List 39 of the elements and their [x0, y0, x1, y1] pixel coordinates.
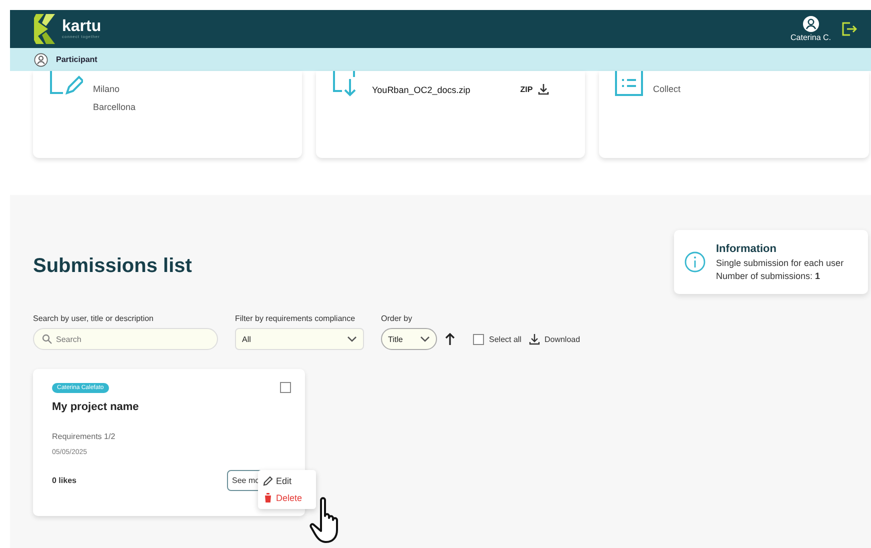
trash-icon [263, 492, 273, 503]
card-text: Barcellona [93, 102, 136, 112]
user-avatar-icon[interactable] [802, 16, 819, 32]
user-name[interactable]: Caterina C. [790, 33, 831, 42]
search-label: Search by user, title or description [33, 314, 155, 323]
download-zip-button[interactable]: ZIP [520, 84, 549, 95]
filter-label: Filter by requirements compliance [235, 314, 356, 323]
download-icon [529, 334, 540, 344]
submission-title: My project name [52, 401, 140, 413]
select-all-checkbox[interactable]: Select all [473, 334, 522, 344]
info-title: Information [716, 243, 778, 255]
download-icon [538, 84, 549, 95]
logo-text: kartu [62, 19, 102, 35]
logout-icon[interactable] [841, 21, 857, 37]
section-title: Submissions list [33, 255, 192, 278]
info-icon [684, 251, 706, 273]
submission-checkbox[interactable] [280, 382, 291, 393]
info-text: Number of submissions: 1 [716, 271, 822, 281]
chevron-down-icon [347, 336, 357, 342]
search-field[interactable]: Search [33, 328, 218, 350]
edit-icon [49, 71, 83, 95]
chevron-down-icon [420, 336, 430, 342]
likes-count: 0 likes [52, 476, 76, 485]
order-label: Order by [381, 314, 414, 323]
card-text: Collect [653, 84, 681, 94]
info-text: Single submission for each user [716, 258, 844, 268]
download-button[interactable]: Download [529, 334, 580, 344]
role-label: Participant [56, 55, 98, 64]
requirements-text: Requirements 1/2 [52, 432, 116, 441]
card-text: Milano [93, 84, 121, 94]
sort-arrow-icon[interactable] [445, 333, 455, 345]
list-icon [615, 71, 643, 97]
search-icon [42, 334, 52, 344]
order-dropdown[interactable]: Title [381, 328, 437, 350]
file-name: YouRban_OC2_docs.zip [372, 84, 470, 94]
compliance-dropdown[interactable]: All [235, 328, 364, 350]
user-icon [34, 52, 48, 66]
pencil-icon [263, 476, 273, 486]
menu-item[interactable]: Delete [258, 489, 316, 506]
